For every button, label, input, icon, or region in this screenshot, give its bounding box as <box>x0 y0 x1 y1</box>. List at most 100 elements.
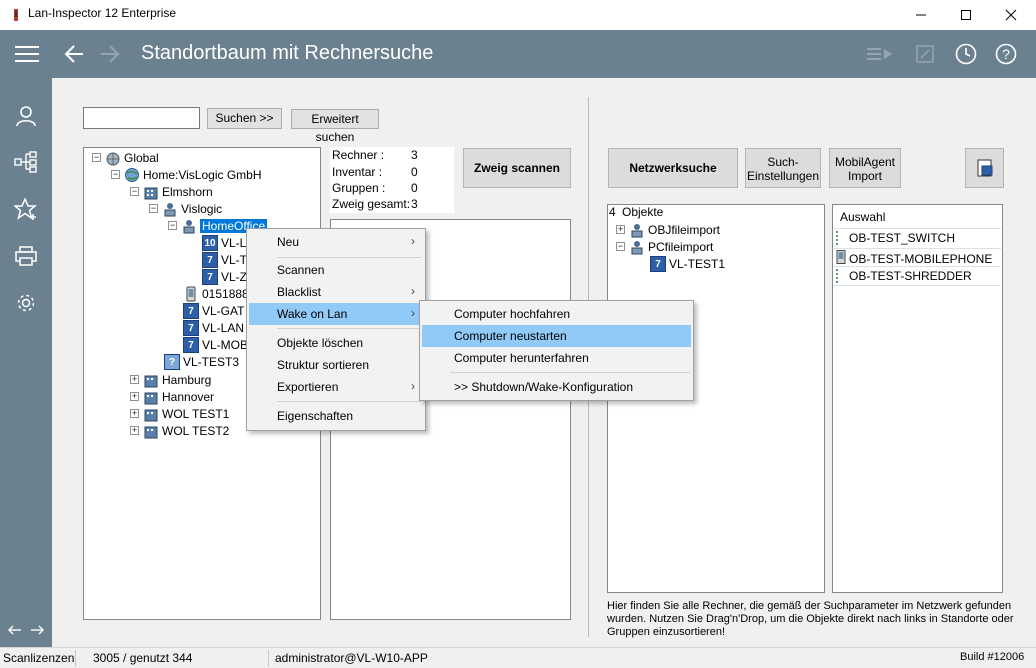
tree-node-gat[interactable]: 7 VL-GAT <box>183 302 244 319</box>
submenu-item-hochfahren[interactable]: Computer hochfahren <box>422 303 691 325</box>
menu-item-blacklist[interactable]: Blacklist › <box>249 281 423 303</box>
search-button[interactable]: Suchen >> <box>207 108 282 129</box>
stats-zweig-label: Zweig gesamt: <box>332 197 411 211</box>
star-icon[interactable] <box>0 189 52 229</box>
right-arrow-icon <box>31 625 44 635</box>
search-input[interactable] <box>83 107 200 129</box>
mobilagent-import-button[interactable]: MobilAgent Import <box>829 148 901 188</box>
menu-separator <box>450 372 690 373</box>
menu-item-neu[interactable]: Neu › <box>249 231 423 253</box>
side-rail <box>0 78 52 647</box>
svg-text:?: ? <box>1002 46 1010 62</box>
selection-item[interactable]: OB-TEST-MOBILEPHONE <box>836 250 992 267</box>
minimize-button[interactable] <box>898 0 944 30</box>
selection-item[interactable]: OB-TEST-SHREDDER <box>836 269 972 283</box>
expand-icon[interactable]: + <box>130 426 139 435</box>
tree-node-wol2[interactable]: + WOL TEST2 <box>130 422 229 439</box>
menu-item-struktur-sortieren[interactable]: Struktur sortieren <box>249 354 423 376</box>
computer-icon: 7 <box>650 255 666 272</box>
status-license-count: 3005 / genutzt 344 <box>93 651 193 665</box>
collapse-icon[interactable]: − <box>130 187 139 196</box>
help-icon[interactable]: ? <box>988 30 1024 78</box>
tree-node-hannover[interactable]: + Hannover <box>130 388 214 405</box>
computer-icon: 7 <box>202 251 218 268</box>
menu-item-eigenschaften[interactable]: Eigenschaften <box>249 405 423 427</box>
export-icon[interactable] <box>907 30 943 78</box>
tree-node-vl2[interactable]: 7 VL-T <box>202 251 247 268</box>
building-icon <box>143 406 159 422</box>
stats-inventar-label: Inventar : <box>332 165 383 179</box>
clock-icon[interactable] <box>948 30 984 78</box>
tree-node-phone[interactable]: 0151888 <box>183 285 249 302</box>
mobile-phone-icon <box>183 286 199 302</box>
collapse-icon[interactable]: − <box>168 221 177 230</box>
submenu-item-shutdown-config[interactable]: >> Shutdown/Wake-Konfiguration <box>422 376 691 398</box>
tree-node-home[interactable]: − Home:VisLogic GmbH <box>111 166 262 183</box>
status-bar: Scanlizenzen 3005 / genutzt 344 administ… <box>0 647 1036 668</box>
page-title: Standortbaum mit Rechnersuche <box>141 42 434 64</box>
tree-node-vl1[interactable]: 10 VL-L <box>202 234 246 251</box>
network-tree-icon[interactable] <box>0 142 52 182</box>
menu-separator <box>277 257 421 258</box>
objects-node-pcfileimport[interactable]: − PCfileimport <box>616 238 713 255</box>
menu-item-exportieren[interactable]: Exportieren › <box>249 376 423 398</box>
status-build: Build #12006 <box>960 651 1025 663</box>
printer-icon[interactable] <box>0 236 52 276</box>
user-icon[interactable] <box>0 96 52 136</box>
tree-node-vl3[interactable]: 7 VL-Z <box>202 268 247 285</box>
objects-node-objfileimport[interactable]: + OBJfileimport <box>616 221 720 238</box>
collapse-icon[interactable]: − <box>616 242 625 251</box>
selection-header: Auswahl <box>840 210 886 224</box>
list-view-icon[interactable] <box>862 30 898 78</box>
back-arrow-icon[interactable] <box>56 30 92 78</box>
globe-icon <box>105 150 121 166</box>
app-header: Standortbaum mit Rechnersuche ? <box>0 30 1036 78</box>
building-icon <box>143 372 159 388</box>
expand-icon[interactable]: + <box>130 392 139 401</box>
close-button[interactable] <box>988 0 1034 30</box>
unknown-computer-icon: ? <box>164 353 180 370</box>
collapse-icon[interactable]: − <box>111 170 120 179</box>
collapse-icon[interactable]: − <box>92 153 101 162</box>
tree-node-mob[interactable]: 7 VL-MOB <box>183 336 248 353</box>
objects-node-vl-test1[interactable]: 7 VL-TEST1 <box>650 255 725 272</box>
advanced-search-button[interactable]: Erweitert suchen <box>291 109 379 144</box>
tree-node-global[interactable]: − Global <box>92 149 159 166</box>
tree-node-wol1[interactable]: + WOL TEST1 <box>130 405 229 422</box>
branch-scan-button[interactable]: Zweig scannen <box>463 148 571 188</box>
submenu-item-neustarten[interactable]: Computer neustarten <box>422 325 691 347</box>
menu-item-objekte-loeschen[interactable]: Objekte löschen <box>249 332 423 354</box>
maximize-button[interactable] <box>943 0 989 30</box>
menu-item-scannen[interactable]: Scannen <box>249 259 423 281</box>
computer-icon: 10 <box>202 234 218 251</box>
expand-icon[interactable]: + <box>130 375 139 384</box>
group-icon <box>629 239 645 255</box>
expand-icon[interactable]: + <box>616 225 625 234</box>
submenu-arrow-icon: › <box>411 284 415 298</box>
wake-on-lan-submenu: Computer hochfahren Computer neustarten … <box>419 300 694 401</box>
tree-node-vislogic[interactable]: − Vislogic <box>149 200 222 217</box>
selection-item[interactable]: OB-TEST_SWITCH <box>836 231 955 245</box>
file-import-button[interactable] <box>965 148 1004 188</box>
menu-item-wake-on-lan[interactable]: Wake on Lan › <box>249 303 423 325</box>
group-icon <box>629 222 645 238</box>
forward-arrow-icon[interactable] <box>92 30 128 78</box>
tree-node-elmshorn[interactable]: − Elmshorn <box>130 183 213 200</box>
tree-node-lan[interactable]: 7 VL-LAN <box>183 319 244 336</box>
network-search-button[interactable]: Netzwerksuche <box>608 148 738 188</box>
switch-icon <box>836 231 848 245</box>
settings-gear-icon[interactable] <box>0 283 52 323</box>
search-settings-button[interactable]: Such- Einstellungen <box>745 148 821 188</box>
building-icon <box>143 184 159 200</box>
expand-icon[interactable]: + <box>130 409 139 418</box>
submenu-item-herunterfahren[interactable]: Computer herunterfahren <box>422 347 691 369</box>
submenu-arrow-icon: › <box>411 379 415 393</box>
tree-node-test3[interactable]: ? VL-TEST3 <box>164 353 239 370</box>
hamburger-menu-icon[interactable] <box>9 30 45 78</box>
rail-collapse-toggle[interactable] <box>0 615 52 645</box>
tree-node-hamburg[interactable]: + Hamburg <box>130 371 211 388</box>
file-computer-icon <box>977 159 992 177</box>
collapse-icon[interactable]: − <box>149 204 158 213</box>
computer-icon: 7 <box>202 268 218 285</box>
group-icon <box>181 218 197 234</box>
